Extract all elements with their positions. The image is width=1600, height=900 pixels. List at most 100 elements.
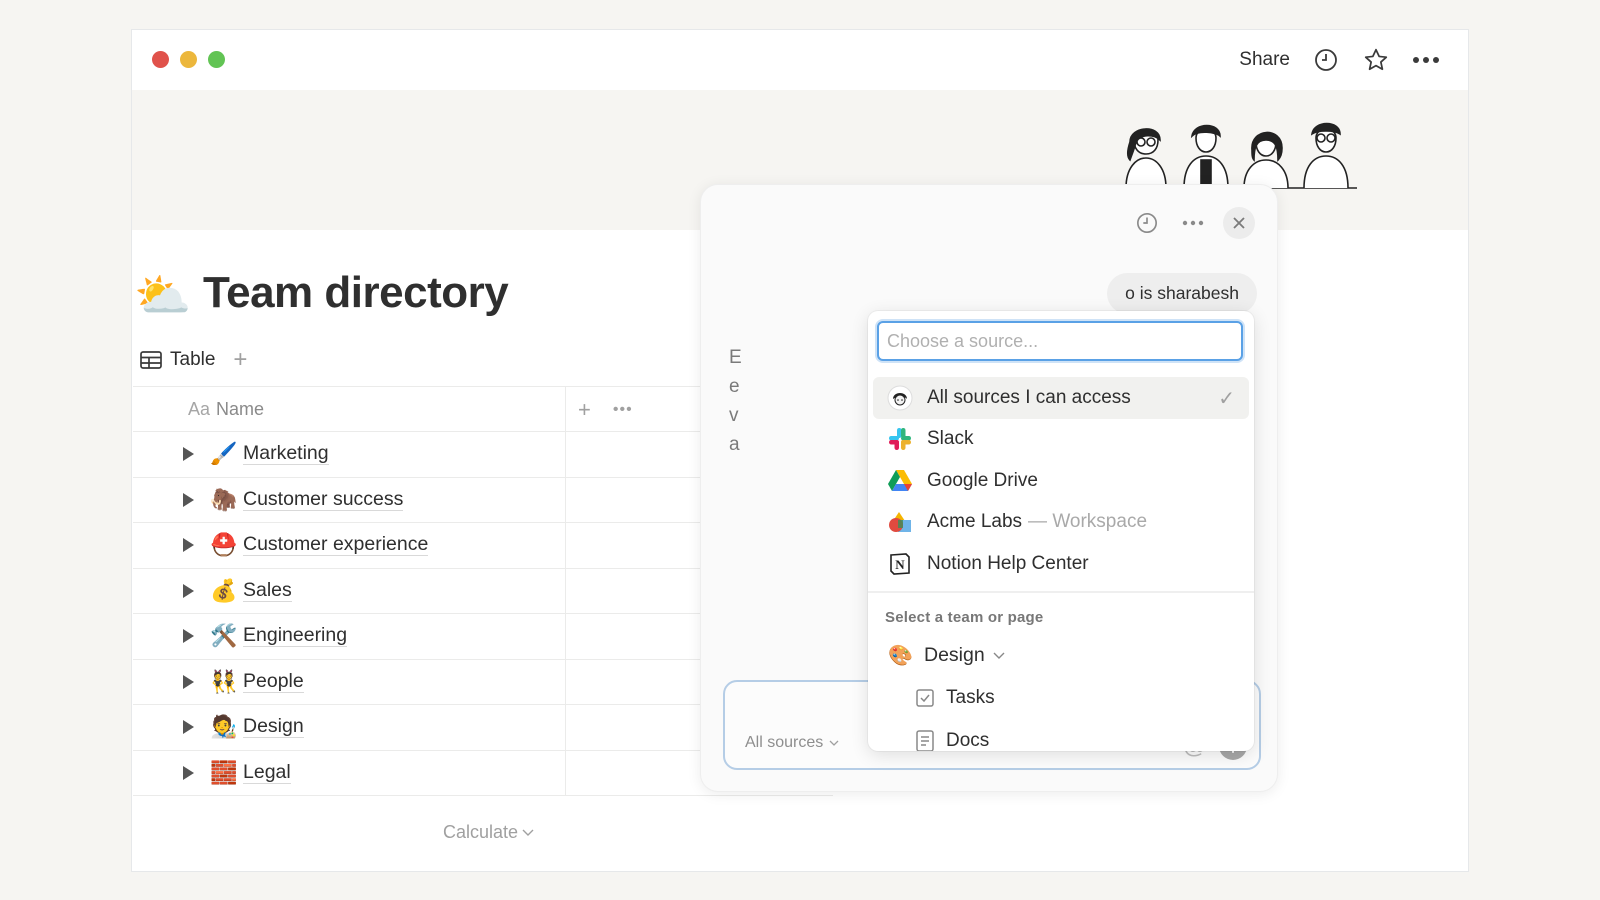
source-dropdown: All sources I can access ✓ Slack Google … [868,311,1254,751]
tab-table[interactable]: Table [140,349,215,371]
text-line: E [729,347,742,368]
history-icon[interactable] [1131,207,1163,239]
column-divider [565,477,566,522]
row-name[interactable]: Engineering [243,624,348,648]
page-item-tasks[interactable]: Tasks [916,687,995,709]
column-divider [565,750,566,795]
palette-icon: 🎨 [888,645,913,667]
more-icon[interactable] [1177,207,1209,239]
close-icon[interactable] [1223,207,1255,239]
page-label: Tasks [946,687,995,708]
checkmark-icon: ✓ [1218,388,1235,410]
column-divider [565,432,566,477]
source-item-all-sources[interactable]: All sources I can access ✓ [873,377,1249,419]
chevron-down-icon [829,740,839,746]
star-icon[interactable] [1362,46,1390,74]
row-emoji-icon: 🧱 [210,759,238,785]
column-divider [565,568,566,613]
expand-toggle-icon[interactable] [183,720,194,734]
slack-icon [887,426,913,452]
source-sublabel: — Workspace [1028,511,1148,533]
column-divider [565,387,566,431]
maximize-window-button[interactable] [208,51,225,68]
name-column-header[interactable]: Aa Name [188,399,264,420]
text-line: v [729,405,739,426]
expand-toggle-icon[interactable] [183,765,194,780]
notion-icon: N [887,551,913,577]
source-search-input[interactable] [877,321,1243,361]
column-divider [565,614,566,659]
row-name[interactable]: Customer success [243,488,404,511]
minimize-window-button[interactable] [180,51,197,68]
source-item-google-drive[interactable]: Google Drive [873,460,1249,502]
page-icon[interactable]: ⛅ [134,272,191,318]
row-emoji-icon: 🧑‍🎨 [210,714,238,739]
column-divider [565,705,566,750]
tab-table-label: Table [170,349,216,370]
document-icon [916,730,934,751]
chevron-down-icon[interactable] [993,652,1005,660]
source-label: Google Drive [927,469,1038,491]
source-label: Acme Labs [927,511,1023,533]
calculate-button[interactable]: Calculate [443,822,534,843]
row-emoji-icon: 🛠️ [210,623,238,648]
row-name[interactable]: Legal [243,761,291,784]
share-button[interactable]: Share [1239,49,1290,71]
source-label: Slack [927,428,974,450]
row-emoji-icon: ⛑️ [210,532,238,557]
table-icon [140,351,162,369]
row-name[interactable]: Marketing [243,442,329,466]
clock-icon[interactable] [1312,46,1340,74]
chevron-down-icon [522,829,534,836]
column-divider [565,523,566,568]
avatar-icon [887,385,913,411]
close-window-button[interactable] [152,51,169,68]
sources-selector-label: All sources [745,734,824,751]
divider [868,591,1254,593]
workspace-icon [887,509,913,535]
sources-selector[interactable]: All sources [745,734,839,752]
source-item-notion-help-center[interactable]: N Notion Help Center [873,543,1249,585]
add-view-button[interactable]: + [233,346,247,374]
row-name[interactable]: Customer experience [243,533,429,557]
google-drive-icon [887,468,913,494]
checkbox-icon [916,689,934,707]
team-label: Design [924,644,985,666]
row-emoji-icon: 👯 [210,668,238,694]
row-emoji-icon: 🖌️ [210,441,238,466]
row-name[interactable]: People [243,670,304,693]
expand-toggle-icon[interactable] [183,447,194,461]
section-label: Select a team or page [885,609,1044,626]
expand-toggle-icon[interactable] [183,538,194,552]
text-type-icon: Aa [188,399,211,419]
row-name[interactable]: Sales [243,579,292,602]
expand-toggle-icon[interactable] [183,629,194,643]
more-icon[interactable] [1412,46,1440,74]
source-item-acme-labs[interactable]: Acme Labs — Workspace [873,502,1249,544]
expand-toggle-icon[interactable] [183,674,194,689]
source-list: All sources I can access ✓ Slack Google … [873,377,1249,585]
expand-toggle-icon[interactable] [183,583,194,598]
page-title[interactable]: Team directory [203,268,509,318]
source-label: Notion Help Center [927,552,1089,574]
row-emoji-icon: 💰 [210,577,238,603]
page-label: Docs [946,730,990,751]
ai-response-partial-left: E e v a [729,343,742,459]
text-line: a [729,434,740,455]
column-divider [565,659,566,704]
svg-text:N: N [895,557,905,572]
text-line: e [729,376,740,397]
row-name[interactable]: Design [243,715,304,739]
user-message-bubble: o is sharabesh [1107,273,1257,314]
view-tabs: Table + [140,346,247,374]
source-item-slack[interactable]: Slack [873,419,1249,461]
title-bar: Share [132,30,1468,90]
expand-toggle-icon[interactable] [183,492,194,507]
name-column-label: Name [216,399,265,419]
row-emoji-icon: 🦣 [210,486,238,512]
calculate-label: Calculate [443,822,519,842]
more-icon[interactable]: ••• [613,401,633,419]
add-property-button[interactable]: + [578,397,591,423]
page-item-docs[interactable]: Docs [916,730,989,751]
team-item-design[interactable]: 🎨 Design [888,643,1005,668]
